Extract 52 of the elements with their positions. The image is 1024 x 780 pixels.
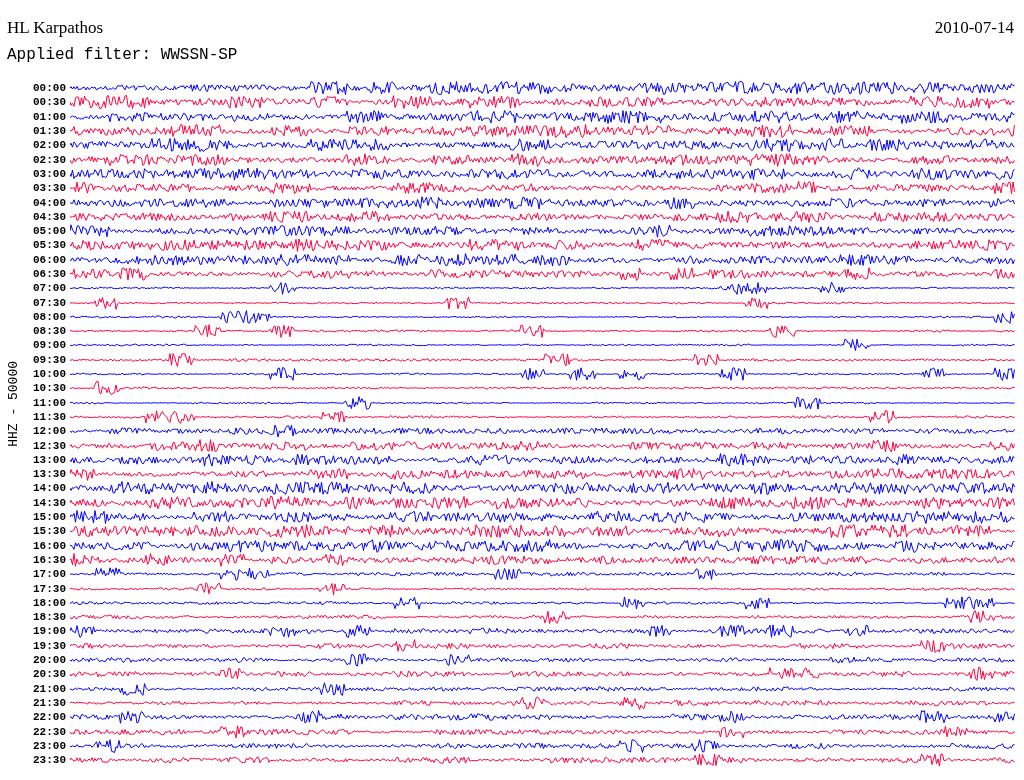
time-label: 06:00 (32, 252, 66, 267)
time-label: 11:00 (32, 395, 66, 410)
time-label: 07:00 (32, 281, 66, 296)
axis-label: HHZ - 50000 (5, 361, 21, 448)
time-label: 04:00 (32, 195, 66, 210)
time-label: 22:30 (32, 724, 66, 739)
time-label: 19:00 (32, 624, 66, 639)
time-label: 01:30 (32, 124, 66, 139)
time-label: 20:00 (32, 653, 66, 667)
time-label: 05:00 (32, 224, 66, 239)
time-label: 03:30 (32, 181, 66, 196)
time-label: 17:00 (32, 567, 66, 582)
time-label: 05:30 (32, 238, 66, 253)
time-label: 18:00 (32, 595, 66, 610)
time-label: 16:30 (32, 552, 66, 567)
time-label: 18:30 (32, 610, 66, 625)
time-label: 02:30 (32, 152, 66, 167)
time-label: 21:00 (32, 681, 66, 696)
time-label: 13:30 (32, 467, 66, 482)
time-label: 22:00 (32, 710, 66, 725)
time-label: 09:00 (32, 338, 66, 353)
time-label: 11:30 (32, 409, 66, 424)
time-label: 02:00 (32, 138, 66, 153)
time-label: 08:30 (32, 324, 66, 339)
time-label: 03:00 (32, 166, 66, 181)
time-label: 01:00 (32, 109, 66, 124)
station-title: HL Karpathos (7, 18, 104, 38)
time-label: 09:30 (32, 352, 66, 367)
time-label: 04:30 (32, 209, 66, 224)
time-label: 10:30 (32, 381, 66, 396)
time-label: 14:30 (32, 495, 66, 510)
time-label: 12:30 (32, 438, 66, 453)
time-label: 00:00 (32, 81, 66, 96)
time-label: 15:30 (32, 524, 66, 539)
time-label: 23:30 (32, 753, 66, 768)
time-label: 21:30 (32, 695, 66, 710)
time-label: 23:00 (32, 738, 66, 753)
time-label: 12:00 (32, 424, 66, 439)
time-label: 14:00 (32, 481, 66, 496)
time-label: 19:30 (32, 638, 66, 653)
time-label: 20:30 (32, 667, 66, 682)
time-label: 07:30 (32, 295, 66, 310)
time-label: 16:00 (32, 538, 66, 553)
time-label: 13:00 (32, 452, 66, 467)
time-label: 08:00 (32, 309, 66, 324)
time-label: 10:00 (32, 367, 66, 382)
time-label: 17:30 (32, 581, 66, 596)
time-label: 00:30 (32, 95, 66, 110)
time-label: 15:00 (32, 510, 66, 525)
date-label: 2010-07-14 (934, 18, 1014, 38)
filter-label: Applied filter: WWSSN-SP (7, 46, 239, 64)
time-label: 06:30 (32, 267, 66, 281)
